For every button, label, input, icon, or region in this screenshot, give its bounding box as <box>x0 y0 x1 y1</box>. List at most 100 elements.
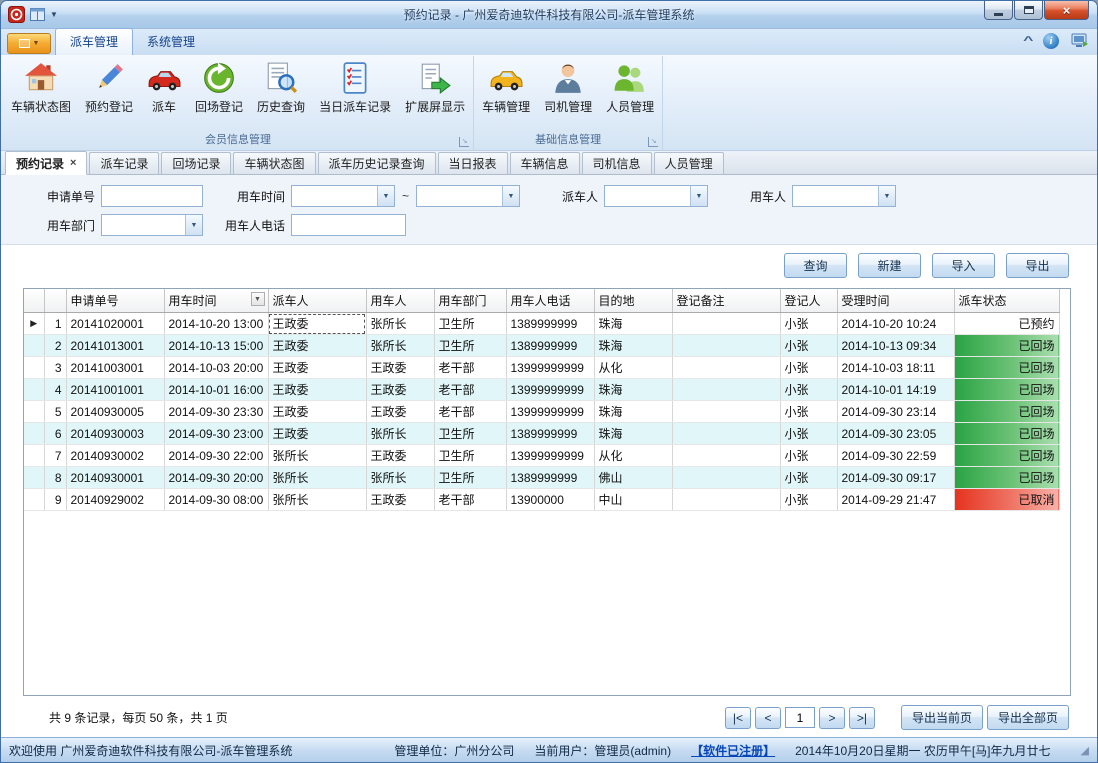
cell-phone[interactable]: 13999999999 <box>506 379 594 401</box>
cell-use-time[interactable]: 2014-09-30 23:30 <box>164 401 268 423</box>
cell-order-no[interactable]: 20141001001 <box>66 379 164 401</box>
cell-destination[interactable]: 珠海 <box>594 335 672 357</box>
cell-registrar[interactable]: 小张 <box>780 379 837 401</box>
page-number-input[interactable] <box>785 707 815 728</box>
cell-use-time[interactable]: 2014-09-30 23:00 <box>164 423 268 445</box>
row-number[interactable]: 3 <box>44 357 66 379</box>
cell-status[interactable]: 已取消 <box>954 489 1059 511</box>
header-registrar[interactable]: 登记人 <box>780 289 837 313</box>
ribbon-button-extended-screen[interactable]: 扩展屏显示 <box>398 56 472 133</box>
cell-use-time[interactable]: 2014-09-30 20:00 <box>164 467 268 489</box>
cell-use-time[interactable]: 2014-10-01 16:00 <box>164 379 268 401</box>
resize-grip-icon[interactable]: ◢ <box>1081 744 1089 757</box>
tab-vehicle-status-map[interactable]: 车辆状态图 <box>233 152 315 174</box>
query-button[interactable]: 查询 <box>784 253 847 278</box>
tab-vehicle-info[interactable]: 车辆信息 <box>510 152 580 174</box>
cell-note[interactable] <box>672 335 780 357</box>
header-user[interactable]: 用车人 <box>366 289 434 313</box>
tab-daily-report[interactable]: 当日报表 <box>438 152 508 174</box>
cell-dept[interactable]: 卫生所 <box>434 313 506 335</box>
cell-dispatcher[interactable]: 张所长 <box>268 489 366 511</box>
ribbon-button-vehicle-management[interactable]: 车辆管理 <box>475 56 537 133</box>
cell-registrar[interactable]: 小张 <box>780 423 837 445</box>
row-number[interactable]: 2 <box>44 335 66 357</box>
cell-order-no[interactable]: 20140930001 <box>66 467 164 489</box>
ribbon-button-dispatch[interactable]: 派车 <box>140 56 188 133</box>
ribbon-button-return-register[interactable]: 回场登记 <box>188 56 250 133</box>
cell-use-time[interactable]: 2014-09-30 08:00 <box>164 489 268 511</box>
chevron-down-icon[interactable]: ▼ <box>690 186 707 206</box>
cell-accepted-time[interactable]: 2014-10-20 10:24 <box>837 313 954 335</box>
cell-phone[interactable]: 1389999999 <box>506 313 594 335</box>
cell-note[interactable] <box>672 401 780 423</box>
dialog-launcher-icon[interactable]: ↘ <box>648 137 658 147</box>
table-row[interactable]: 5201409300052014-09-30 23:30王政委王政委老干部139… <box>24 401 1059 423</box>
table-row[interactable]: ▶1201410200012014-10-20 13:00王政委张所长卫生所13… <box>24 313 1059 335</box>
chevron-down-icon[interactable]: ▼ <box>502 186 519 206</box>
header-phone[interactable]: 用车人电话 <box>506 289 594 313</box>
cell-note[interactable] <box>672 379 780 401</box>
phone-input[interactable] <box>291 214 406 236</box>
cell-dispatcher[interactable]: 王政委 <box>268 313 366 335</box>
cell-registrar[interactable]: 小张 <box>780 401 837 423</box>
header-dept[interactable]: 用车部门 <box>434 289 506 313</box>
ribbon-button-vehicle-status-map[interactable]: 车辆状态图 <box>4 56 78 133</box>
header-destination[interactable]: 目的地 <box>594 289 672 313</box>
layout-icon[interactable] <box>30 8 45 21</box>
close-tab-icon[interactable]: × <box>70 157 76 169</box>
cell-destination[interactable]: 从化 <box>594 357 672 379</box>
cell-registrar[interactable]: 小张 <box>780 357 837 379</box>
cell-user[interactable]: 王政委 <box>366 401 434 423</box>
table-row[interactable]: 9201409290022014-09-30 08:00张所长王政委老干部139… <box>24 489 1059 511</box>
cell-dispatcher[interactable]: 王政委 <box>268 379 366 401</box>
cell-note[interactable] <box>672 423 780 445</box>
minimize-button[interactable] <box>984 1 1013 20</box>
cell-registrar[interactable]: 小张 <box>780 467 837 489</box>
cell-registrar[interactable]: 小张 <box>780 445 837 467</box>
cell-phone[interactable]: 13900000 <box>506 489 594 511</box>
tab-personnel-management[interactable]: 人员管理 <box>654 152 724 174</box>
new-button[interactable]: 新建 <box>858 253 921 278</box>
cell-note[interactable] <box>672 357 780 379</box>
cell-dept[interactable]: 老干部 <box>434 357 506 379</box>
cell-destination[interactable]: 中山 <box>594 489 672 511</box>
header-use-time[interactable]: 用车时间▼ <box>164 289 268 313</box>
cell-status[interactable]: 已回场 <box>954 423 1059 445</box>
cell-order-no[interactable]: 20141013001 <box>66 335 164 357</box>
cell-registrar[interactable]: 小张 <box>780 313 837 335</box>
cell-accepted-time[interactable]: 2014-10-03 18:11 <box>837 357 954 379</box>
cell-dept[interactable]: 老干部 <box>434 489 506 511</box>
cell-status[interactable]: 已预约 <box>954 313 1059 335</box>
cell-dispatcher[interactable]: 张所长 <box>268 467 366 489</box>
cell-phone[interactable]: 13999999999 <box>506 445 594 467</box>
cell-user[interactable]: 张所长 <box>366 335 434 357</box>
cell-user[interactable]: 王政委 <box>366 379 434 401</box>
cell-status[interactable]: 已回场 <box>954 335 1059 357</box>
column-filter-icon[interactable]: ▼ <box>251 292 265 306</box>
cell-use-time[interactable]: 2014-10-20 13:00 <box>164 313 268 335</box>
cell-use-time[interactable]: 2014-09-30 22:00 <box>164 445 268 467</box>
prev-page-button[interactable]: < <box>755 707 781 729</box>
cell-user[interactable]: 王政委 <box>366 489 434 511</box>
cell-dept[interactable]: 老干部 <box>434 379 506 401</box>
table-row[interactable]: 7201409300022014-09-30 22:00张所长王政委卫生所139… <box>24 445 1059 467</box>
header-status[interactable]: 派车状态 <box>954 289 1059 313</box>
first-page-button[interactable]: |< <box>725 707 751 729</box>
cell-registrar[interactable]: 小张 <box>780 335 837 357</box>
registration-link[interactable]: 【软件已注册】 <box>691 742 775 759</box>
table-row[interactable]: 3201410030012014-10-03 20:00王政委王政委老干部139… <box>24 357 1059 379</box>
cell-status[interactable]: 已回场 <box>954 445 1059 467</box>
cell-destination[interactable]: 珠海 <box>594 423 672 445</box>
tab-return-records[interactable]: 回场记录 <box>161 152 231 174</box>
cell-accepted-time[interactable]: 2014-09-30 23:14 <box>837 401 954 423</box>
chevron-down-icon[interactable]: ▼ <box>377 186 394 206</box>
cell-phone[interactable]: 13999999999 <box>506 357 594 379</box>
ribbon-button-today-dispatch-records[interactable]: 当日派车记录 <box>312 56 398 133</box>
collapse-ribbon-icon[interactable]: ^ <box>1023 35 1033 47</box>
row-number[interactable]: 5 <box>44 401 66 423</box>
user-select[interactable] <box>793 186 878 206</box>
cell-note[interactable] <box>672 445 780 467</box>
table-row[interactable]: 6201409300032014-09-30 23:00王政委张所长卫生所138… <box>24 423 1059 445</box>
cell-dept[interactable]: 卫生所 <box>434 445 506 467</box>
cell-use-time[interactable]: 2014-10-03 20:00 <box>164 357 268 379</box>
